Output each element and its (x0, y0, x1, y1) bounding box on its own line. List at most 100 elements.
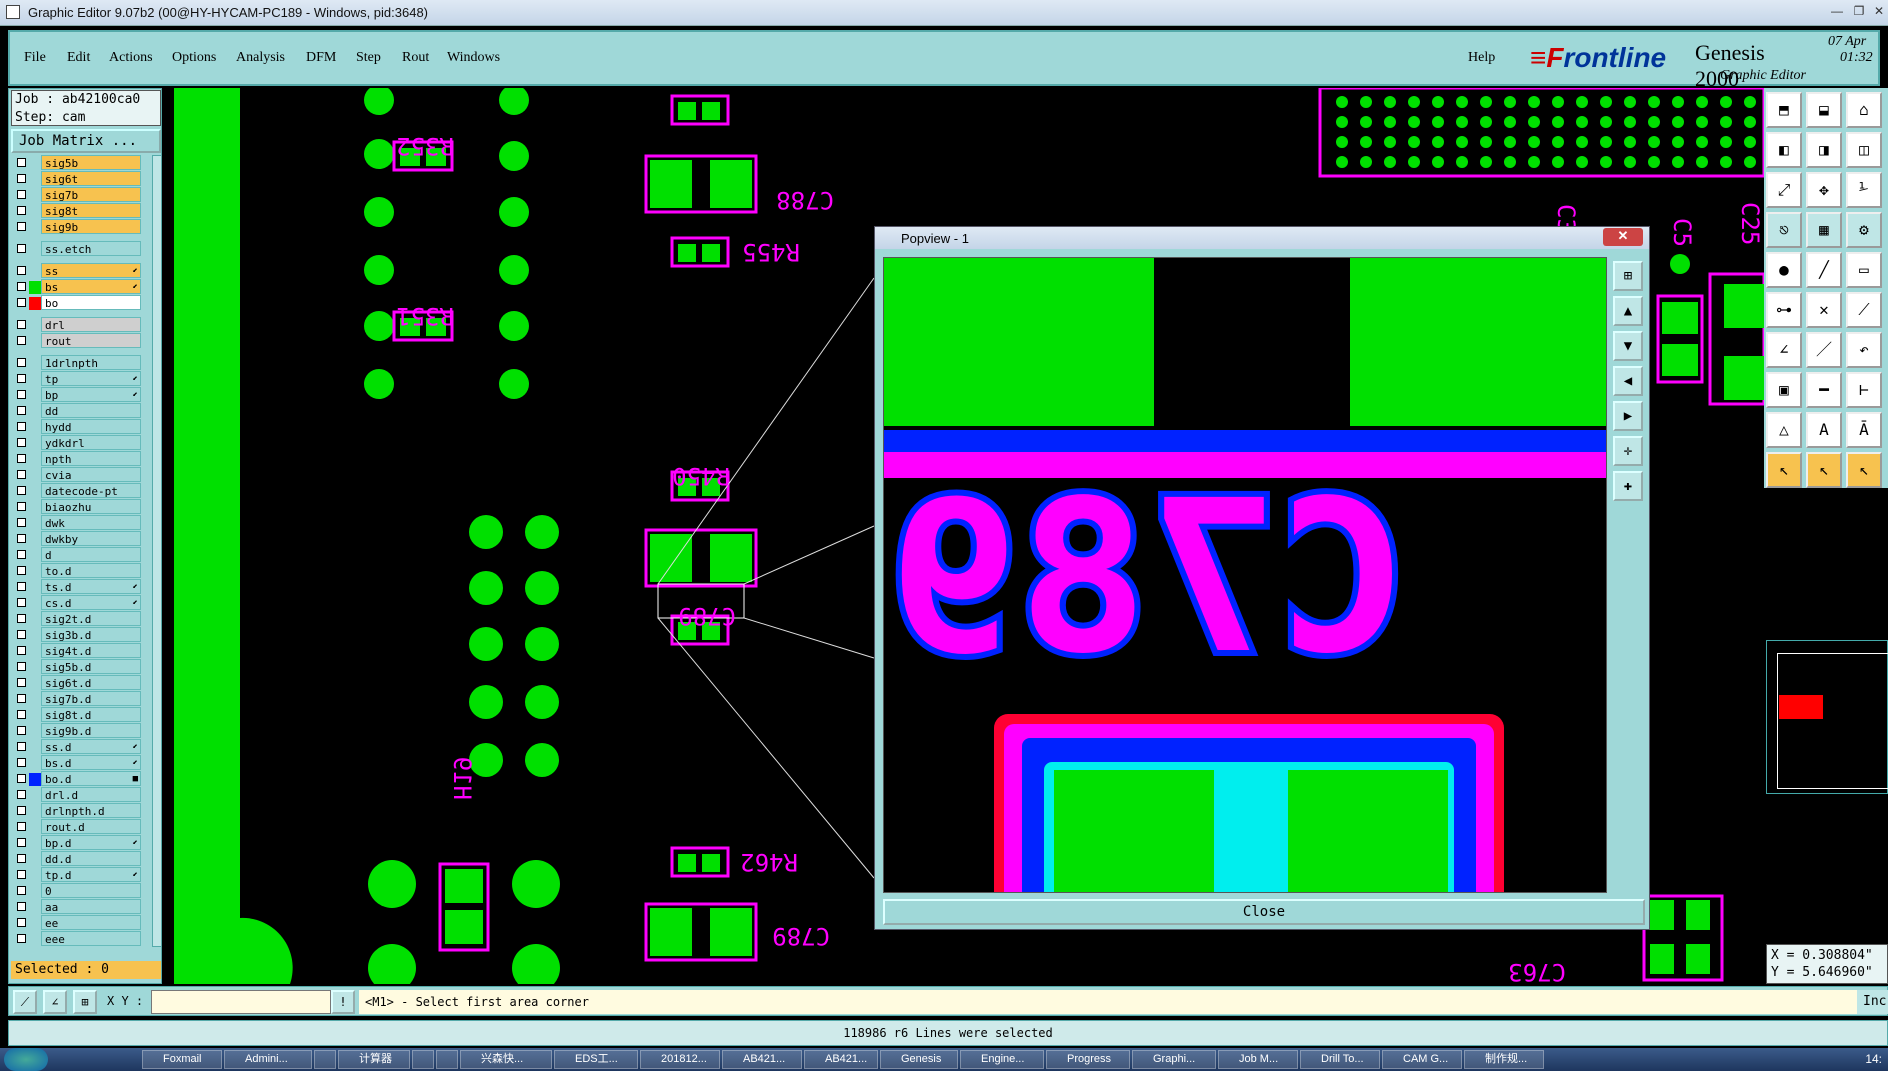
layer-checkbox[interactable] (17, 438, 26, 447)
layer-checkbox[interactable] (17, 854, 26, 863)
layer-checkbox[interactable] (17, 886, 26, 895)
layer-row[interactable]: sig8t.d (11, 707, 151, 723)
layer-row[interactable]: rout (11, 333, 151, 349)
layer-checkbox[interactable] (17, 806, 26, 815)
units-button[interactable]: Inc (1857, 990, 1888, 1014)
tool-pointer-select-icon[interactable]: ↖ (1806, 452, 1842, 488)
layer-row[interactable]: sig6t (11, 171, 151, 187)
layer-row[interactable]: datecode-pt (11, 483, 151, 499)
overview-map[interactable] (1766, 640, 1888, 794)
layer-checkbox[interactable] (17, 758, 26, 767)
layer-name[interactable]: bp.d ⬋ (41, 835, 141, 850)
layer-name[interactable]: ee (41, 915, 141, 930)
layer-checkbox[interactable] (17, 870, 26, 879)
taskbar-item[interactable]: Foxmail (142, 1050, 222, 1069)
layer-name[interactable]: sig7b.d (41, 691, 141, 706)
layer-row[interactable]: 1drlnpth (11, 355, 151, 371)
menu-help[interactable]: Help (1468, 50, 1495, 66)
layer-checkbox[interactable] (17, 158, 26, 167)
layer-name[interactable]: ts.d ⬋ (41, 579, 141, 594)
layer-checkbox[interactable] (17, 174, 26, 183)
layer-checkbox[interactable] (17, 774, 26, 783)
layer-row[interactable]: sig8t (11, 203, 151, 219)
layer-checkbox[interactable] (17, 726, 26, 735)
layer-row[interactable]: bp ⬋ (11, 387, 151, 403)
layer-name[interactable]: sig2t.d (41, 611, 141, 626)
layer-row[interactable]: tp ⬋ (11, 371, 151, 387)
grid-mode-icon[interactable]: ⊞ (73, 990, 97, 1014)
layer-checkbox[interactable] (17, 918, 26, 927)
pv-pan-left-icon[interactable]: ◀ (1613, 366, 1643, 396)
layer-checkbox[interactable] (17, 406, 26, 415)
layer-name[interactable]: eee (41, 931, 141, 946)
tool-route-icon[interactable]: ⟋ (1846, 292, 1882, 328)
layer-name[interactable]: sig8t (41, 203, 141, 218)
layer-checkbox[interactable] (17, 598, 26, 607)
job-matrix-button[interactable]: Job Matrix ... (11, 129, 161, 153)
tool-pointer-icon[interactable]: ↖ (1766, 452, 1802, 488)
layer-name[interactable]: ss.etch (41, 241, 141, 256)
menu-edit[interactable]: Edit (67, 50, 90, 66)
layer-checkbox[interactable] (17, 518, 26, 527)
layer-checkbox[interactable] (17, 742, 26, 751)
layer-checkbox[interactable] (17, 902, 26, 911)
layer-checkbox[interactable] (17, 422, 26, 431)
layer-checkbox[interactable] (17, 358, 26, 367)
tool-zoom-center-icon[interactable]: ✥ (1806, 172, 1842, 208)
layer-row[interactable]: drl (11, 317, 151, 333)
layer-name[interactable]: sig5b.d (41, 659, 141, 674)
layer-checkbox[interactable] (17, 222, 26, 231)
layer-row[interactable]: sig7b.d (11, 691, 151, 707)
layer-checkbox[interactable] (17, 390, 26, 399)
layer-checkbox[interactable] (17, 694, 26, 703)
layer-name[interactable]: sig7b (41, 187, 141, 202)
tool-select-line-icon[interactable]: ╱ (1806, 252, 1842, 288)
layer-row[interactable]: sig9b.d (11, 723, 151, 739)
layer-checkbox[interactable] (17, 662, 26, 671)
tool-text-alt-icon[interactable]: Ā (1846, 412, 1882, 448)
layer-row[interactable]: sig7b (11, 187, 151, 203)
layer-name[interactable]: npth (41, 451, 141, 466)
layer-name[interactable]: tp.d ⬋ (41, 867, 141, 882)
layer-checkbox[interactable] (17, 614, 26, 623)
layer-name[interactable]: rout (41, 333, 141, 348)
layer-name[interactable]: sig6t (41, 171, 141, 186)
layer-checkbox[interactable] (17, 790, 26, 799)
taskbar-item[interactable]: Genesis (880, 1050, 958, 1069)
taskbar-item[interactable]: Job M... (1218, 1050, 1298, 1069)
layer-checkbox[interactable] (17, 470, 26, 479)
layer-name[interactable]: bp ⬋ (41, 387, 141, 402)
layer-row[interactable]: sig5b (11, 155, 151, 171)
info-icon[interactable]: ! (331, 990, 355, 1014)
layer-name[interactable]: drlnpth.d (41, 803, 141, 818)
tool-home-icon[interactable]: ⌂ (1846, 92, 1882, 128)
layer-name[interactable]: ss.d ⬋ (41, 739, 141, 754)
layer-checkbox[interactable] (17, 282, 26, 291)
tool-window-split-icon[interactable]: ◫ (1846, 132, 1882, 168)
layer-name[interactable]: d (41, 547, 141, 562)
layer-row[interactable]: ydkdrl (11, 435, 151, 451)
taskbar-item[interactable] (412, 1050, 434, 1069)
layer-name[interactable]: to.d (41, 563, 141, 578)
layer-row[interactable]: tp.d ⬋ (11, 867, 151, 883)
tool-angle-icon[interactable]: ∠ (1766, 332, 1802, 368)
tool-line-icon[interactable]: ／ (1806, 332, 1842, 368)
layer-checkbox[interactable] (17, 454, 26, 463)
layer-row[interactable]: d (11, 547, 151, 563)
layer-row[interactable]: bo.d ■ (11, 771, 151, 787)
taskbar-item[interactable]: 制作规... (1464, 1050, 1544, 1069)
layer-row[interactable]: ts.d ⬋ (11, 579, 151, 595)
menu-file[interactable]: File (24, 50, 46, 66)
layer-row[interactable]: sig4t.d (11, 643, 151, 659)
taskbar-item[interactable]: 计算器 (338, 1050, 410, 1069)
taskbar-item[interactable]: CAM G... (1382, 1050, 1462, 1069)
popview-close-icon[interactable]: ✕ (1603, 228, 1643, 246)
menu-step[interactable]: Step (356, 50, 381, 66)
menu-options[interactable]: Options (172, 50, 216, 66)
layer-row[interactable]: sig5b.d (11, 659, 151, 675)
taskbar-item[interactable] (436, 1050, 458, 1069)
tool-cross-icon[interactable]: ✕ (1806, 292, 1842, 328)
tool-trace-icon[interactable]: ━ (1806, 372, 1842, 408)
layer-row[interactable]: hydd (11, 419, 151, 435)
layer-row[interactable]: drl.d (11, 787, 151, 803)
